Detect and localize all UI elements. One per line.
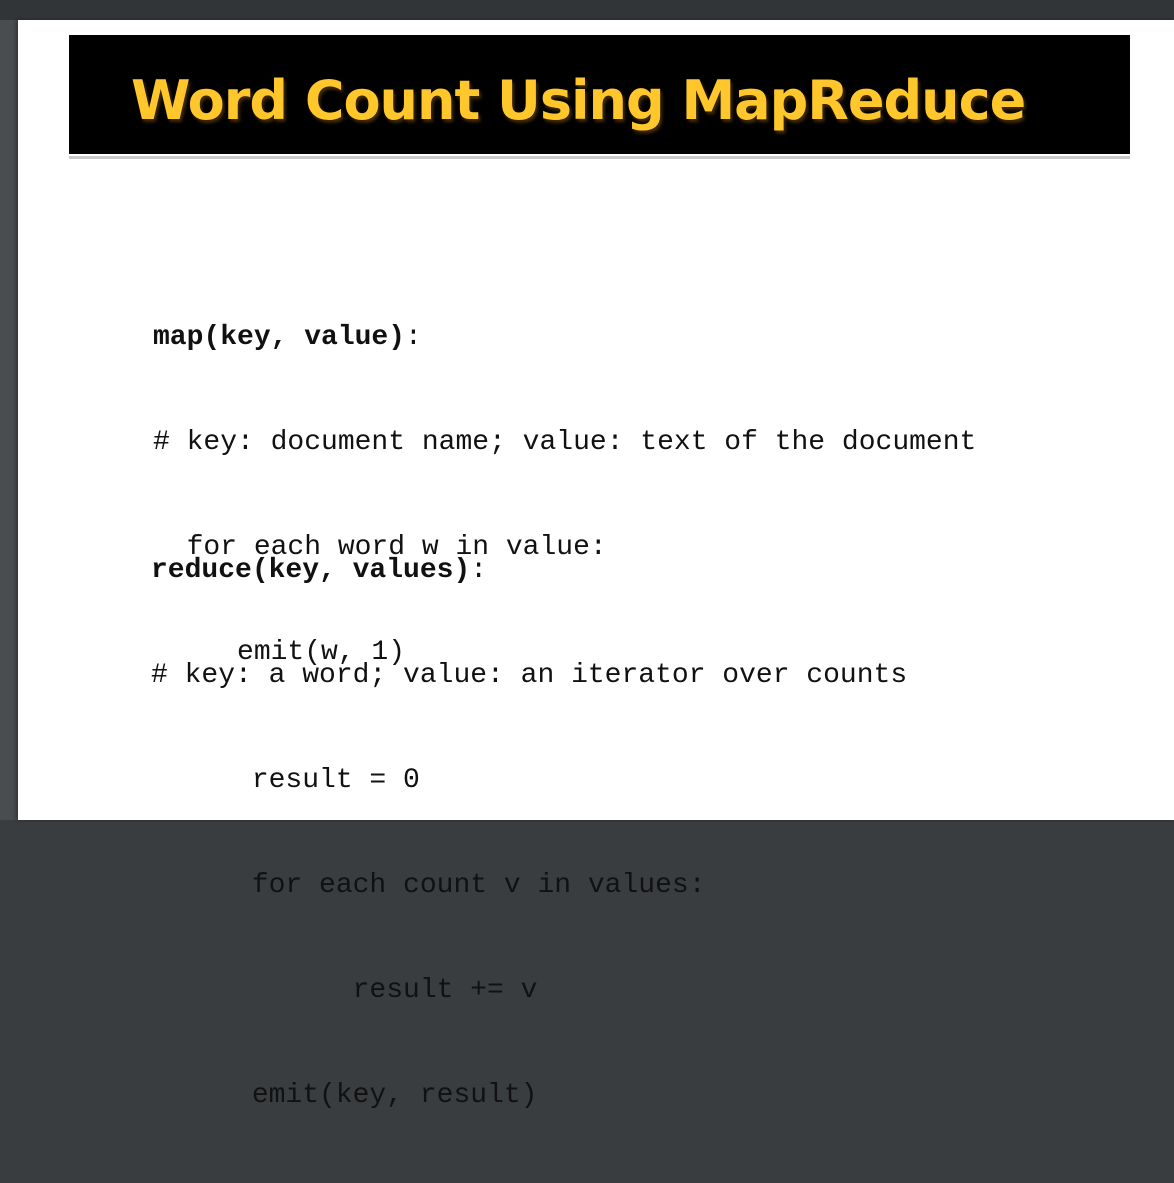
reduce-code-line: result = 0 <box>151 765 420 796</box>
viewer-top-bar <box>0 0 1174 20</box>
reduce-code-block: reduce(key, values): # key: a word; valu… <box>151 483 907 1183</box>
map-signature-colon: : <box>405 322 422 353</box>
reduce-signature: reduce(key, values) <box>151 555 471 586</box>
reduce-signature-colon: : <box>470 555 488 586</box>
slide-title: Word Count Using MapReduce <box>131 69 1026 132</box>
reduce-code-line: result += v <box>151 975 538 1006</box>
reduce-code-line: for each count v in values: <box>151 870 706 894</box>
reduce-code-line: # key: a word; value: an iterator over c… <box>151 660 908 691</box>
map-signature: map(key, value) <box>153 322 406 353</box>
reduce-signature-line: reduce(key, values): <box>151 553 907 588</box>
reduce-code-line-wrapper: for each count v in values: <box>151 868 907 903</box>
title-band: Word Count Using MapReduce <box>69 35 1130 154</box>
title-divider <box>69 156 1130 159</box>
map-signature-line: map(key, value): <box>153 320 976 355</box>
viewer-left-gutter <box>0 20 18 820</box>
slide-page: Word Count Using MapReduce map(key, valu… <box>18 20 1174 1111</box>
map-code-line: # key: document name; value: text of the… <box>153 427 977 458</box>
reduce-code-line: emit(key, result) <box>151 1080 538 1111</box>
